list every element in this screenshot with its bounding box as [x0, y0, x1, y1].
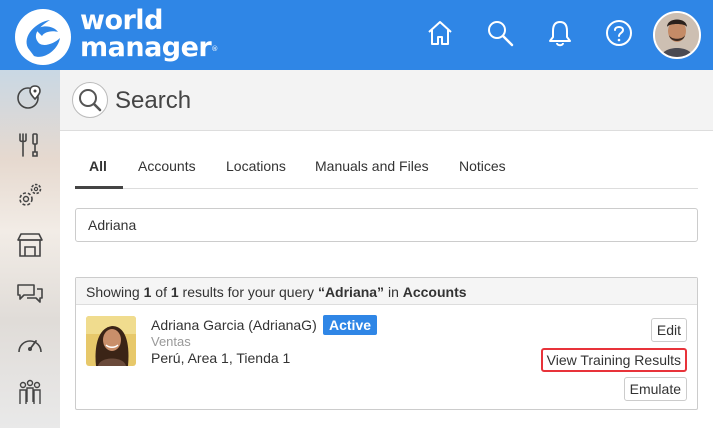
user-name[interactable]: Adriana Garcia (AdrianaG)	[151, 317, 317, 333]
top-bar: world manager®	[0, 0, 713, 70]
map-pin-icon[interactable]	[15, 82, 45, 112]
tab-locations[interactable]: Locations	[226, 158, 286, 174]
user-portrait	[86, 316, 136, 366]
user-department: Ventas	[151, 334, 191, 349]
store-icon[interactable]	[15, 230, 45, 260]
sidebar	[0, 70, 60, 428]
summary-of: of	[151, 284, 171, 300]
chat-bubbles-icon[interactable]	[15, 280, 45, 310]
tab-all[interactable]: All	[89, 158, 107, 174]
magnifier-icon	[79, 89, 102, 112]
logo-mark-icon	[15, 9, 71, 65]
summary-query: “Adriana”	[317, 284, 385, 300]
results-panel: Showing 1 of 1 results for your query “A…	[75, 277, 698, 410]
user-avatar[interactable]	[653, 11, 701, 59]
active-tab-indicator	[75, 186, 123, 189]
summary-total-count: 1	[170, 284, 179, 300]
view-training-results-button[interactable]: View Training Results	[540, 348, 687, 372]
status-badge: Active	[323, 315, 378, 335]
summary-in: in	[384, 284, 403, 300]
bell-icon[interactable]	[545, 18, 575, 48]
tab-accounts[interactable]: Accounts	[138, 158, 196, 174]
page-header: Search	[60, 70, 713, 131]
summary-mid: results for your query	[178, 284, 318, 300]
gears-icon[interactable]	[15, 180, 45, 210]
logo-wordmark: world manager®	[80, 7, 218, 61]
page-title: Search	[115, 87, 192, 114]
summary-prefix: Showing	[86, 284, 144, 300]
user-location: Perú, Area 1, Tienda 1	[151, 350, 291, 366]
search-icon[interactable]	[485, 18, 515, 48]
logo-line-2: manager	[80, 32, 212, 63]
help-icon[interactable]	[604, 18, 634, 48]
logo-line-1: world	[80, 5, 163, 36]
emulate-button[interactable]: Emulate	[623, 377, 687, 401]
edit-button[interactable]: Edit	[650, 318, 687, 342]
tools-icon[interactable]	[15, 130, 45, 160]
search-tabs: All Accounts Locations Manuals and Files…	[75, 149, 698, 189]
home-icon[interactable]	[425, 18, 455, 48]
summary-scope: Accounts	[402, 284, 467, 300]
registered-mark: ®	[211, 45, 218, 53]
search-badge	[72, 82, 108, 118]
world-manager-logo[interactable]: world manager®	[14, 6, 234, 65]
tab-manuals-and-files[interactable]: Manuals and Files	[315, 158, 429, 174]
tab-notices[interactable]: Notices	[459, 158, 506, 174]
people-icon[interactable]	[15, 378, 45, 408]
main-content: All Accounts Locations Manuals and Files…	[60, 131, 713, 428]
results-summary: Showing 1 of 1 results for your query “A…	[76, 278, 697, 305]
user-photo[interactable]	[86, 316, 136, 366]
search-input[interactable]	[75, 208, 698, 242]
avatar-portrait	[655, 13, 699, 57]
speedometer-icon[interactable]	[15, 330, 45, 360]
